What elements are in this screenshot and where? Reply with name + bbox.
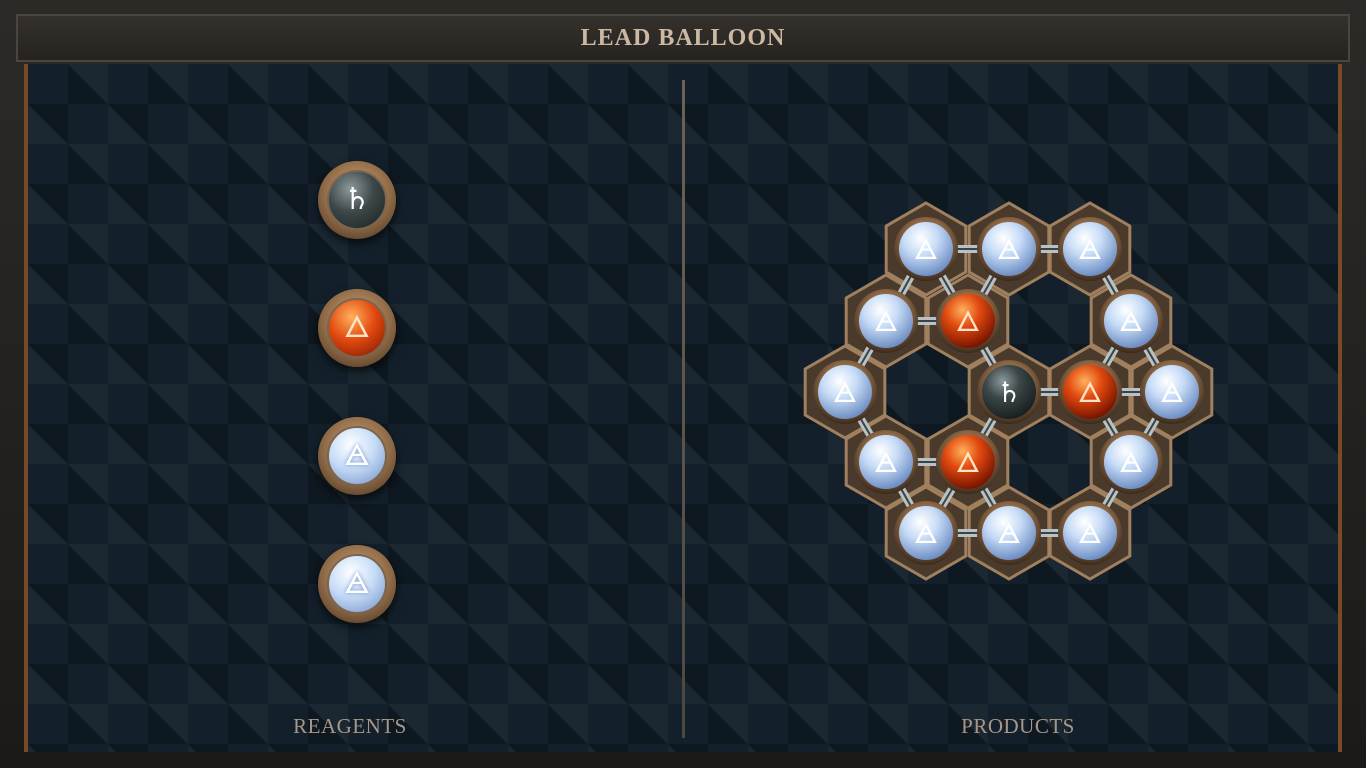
reagent-air[interactable]: 🜁	[318, 545, 396, 623]
fire-symbol: 🜂	[956, 446, 980, 479]
reagents-label: REAGENTS	[293, 714, 407, 738]
air-symbol: 🜁	[343, 438, 371, 473]
air-symbol: 🜁	[874, 305, 898, 338]
air-symbol: 🜁	[833, 376, 857, 409]
air-symbol: 🜁	[1078, 233, 1102, 266]
air-atom-icon: 🜁	[327, 426, 387, 486]
molecule-atom-air: 🜁	[977, 501, 1041, 565]
air-symbol: 🜁	[997, 233, 1021, 266]
air-symbol: 🜁	[1119, 446, 1143, 479]
air-symbol: 🜁	[914, 517, 938, 550]
air-atom-icon: 🜁	[327, 554, 387, 614]
molecule-atoms: 🜁 🜁 🜁 🜁 🜂 🜁 🜁 ♄ 🜂 🜁 🜁 🜂 🜁 🜁 🜁 🜁	[813, 217, 1204, 565]
molecule-atom-air: 🜁	[1099, 430, 1163, 494]
air-symbol: 🜁	[1160, 376, 1184, 409]
fire-atom-icon: 🜂	[327, 298, 387, 358]
molecule-atom-air: 🜁	[1058, 501, 1122, 565]
air-symbol: 🜁	[1119, 305, 1143, 338]
fire-symbol: 🜂	[956, 305, 980, 338]
molecule-atom-air: 🜁	[894, 501, 958, 565]
molecule-atom-air: 🜁	[854, 430, 918, 494]
lead-symbol: ♄	[996, 376, 1021, 409]
molecule-atom-fire: 🜂	[936, 430, 1000, 494]
air-symbol: 🜁	[914, 233, 938, 266]
lead-atom-icon: ♄	[327, 170, 387, 230]
air-symbol: 🜁	[874, 446, 898, 479]
molecule-atom-air: 🜁	[1140, 360, 1204, 424]
molecule-atom-air: 🜁	[854, 289, 918, 353]
molecule-atom-fire: 🜂	[1058, 360, 1122, 424]
molecule-atom-fire: 🜂	[936, 289, 1000, 353]
products-label: PRODUCTS	[961, 714, 1075, 738]
panel-divider	[682, 80, 685, 738]
air-symbol: 🜁	[343, 566, 371, 601]
molecule-atom-lead: ♄	[977, 360, 1041, 424]
product-molecule[interactable]: 🜁 🜁 🜁 🜁 🜂 🜁 🜁 ♄ 🜂 🜁 🜁 🜂 🜁 🜁 🜁 🜁	[790, 195, 1230, 595]
reagent-lead[interactable]: ♄	[318, 161, 396, 239]
molecule-atom-air: 🜁	[813, 360, 877, 424]
molecule-atom-air: 🜁	[1058, 217, 1122, 281]
fire-symbol: 🜂	[1078, 376, 1102, 409]
title-bar: LEAD BALLOON	[16, 14, 1350, 62]
molecule-atom-air: 🜁	[894, 217, 958, 281]
page-title: LEAD BALLOON	[580, 24, 786, 51]
air-symbol: 🜁	[1078, 517, 1102, 550]
reagent-air[interactable]: 🜁	[318, 417, 396, 495]
fire-symbol: 🜂	[343, 310, 371, 345]
reagent-fire[interactable]: 🜂	[318, 289, 396, 367]
molecule-atom-air: 🜁	[977, 217, 1041, 281]
molecule-atom-air: 🜁	[1099, 289, 1163, 353]
air-symbol: 🜁	[997, 517, 1021, 550]
lead-symbol: ♄	[343, 182, 371, 217]
